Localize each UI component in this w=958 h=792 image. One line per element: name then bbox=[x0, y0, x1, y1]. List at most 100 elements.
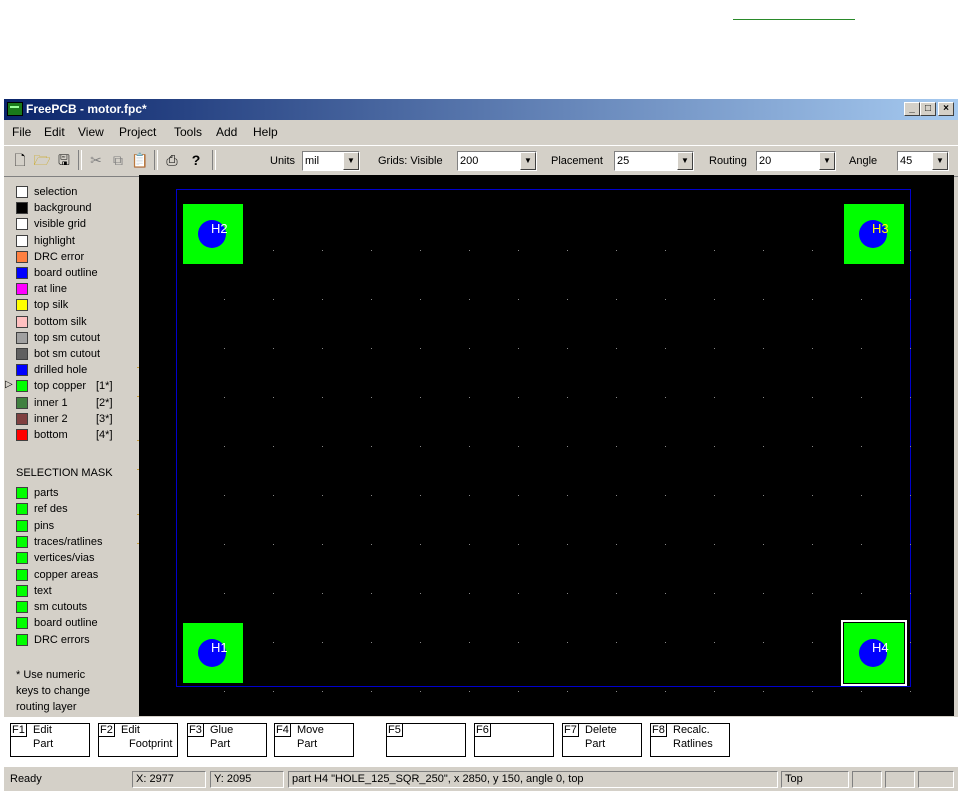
part-pad[interactable]: H2 bbox=[183, 204, 243, 264]
grid-dot bbox=[322, 250, 323, 251]
pcb-canvas[interactable]: H2 H3 H1 H4 bbox=[139, 175, 954, 716]
mask-label: text bbox=[34, 584, 52, 597]
menu-view[interactable]: View bbox=[78, 122, 104, 142]
grid-dot bbox=[518, 299, 519, 300]
save-icon[interactable]: 🖫 bbox=[54, 151, 74, 169]
layer-swatch[interactable] bbox=[16, 315, 28, 328]
function-key-f5[interactable]: F5 bbox=[386, 723, 466, 757]
grid-dot bbox=[371, 446, 372, 447]
grid-dot bbox=[665, 691, 666, 692]
mask-label: ref des bbox=[34, 503, 68, 516]
mask-checkbox[interactable] bbox=[16, 487, 28, 499]
routing-select[interactable]: 20 ▼ bbox=[756, 151, 836, 171]
layer-swatch[interactable] bbox=[16, 299, 28, 312]
cut-icon[interactable]: ✂ bbox=[86, 151, 106, 169]
grid-dot bbox=[518, 495, 519, 496]
grid-dot bbox=[322, 446, 323, 447]
layer-swatch[interactable] bbox=[16, 380, 28, 393]
layer-swatch[interactable] bbox=[16, 267, 28, 279]
function-key-f1[interactable]: F1 Edit Part bbox=[10, 723, 90, 757]
grid-dot bbox=[420, 691, 421, 692]
layer-swatch[interactable] bbox=[16, 186, 28, 198]
toolbar-separator bbox=[78, 150, 82, 170]
menu-tools[interactable]: Tools bbox=[174, 122, 202, 142]
function-key-f7[interactable]: F7 Delete Part bbox=[562, 723, 642, 757]
layer-swatch[interactable] bbox=[16, 218, 28, 231]
grid-dot bbox=[469, 495, 470, 496]
layer-swatch[interactable] bbox=[16, 429, 28, 441]
layer-number: [1*] bbox=[96, 380, 113, 393]
mask-checkbox[interactable] bbox=[16, 584, 28, 597]
part-pad[interactable]: H1 bbox=[183, 623, 243, 683]
help-icon[interactable]: ? bbox=[186, 151, 206, 169]
chevron-down-icon[interactable]: ▼ bbox=[520, 152, 536, 170]
menu-file[interactable]: File bbox=[12, 122, 31, 142]
part-ref-des[interactable]: H2 bbox=[211, 221, 228, 236]
mask-checkbox[interactable] bbox=[16, 535, 28, 548]
units-select[interactable]: mil ▼ bbox=[302, 151, 360, 171]
part-ref-des[interactable]: H1 bbox=[211, 640, 228, 655]
layer-swatch[interactable] bbox=[16, 250, 28, 263]
layer-swatch[interactable] bbox=[16, 283, 28, 296]
mask-checkbox[interactable] bbox=[16, 601, 28, 614]
chevron-down-icon[interactable]: ▼ bbox=[677, 152, 693, 170]
new-icon[interactable]: 🗋 bbox=[10, 151, 30, 169]
grid-dot bbox=[371, 250, 372, 251]
layer-swatch[interactable] bbox=[16, 234, 28, 247]
menu-project[interactable]: Project bbox=[119, 122, 156, 142]
print-icon[interactable]: ⎙ bbox=[162, 151, 182, 169]
chevron-down-icon[interactable]: ▼ bbox=[819, 152, 835, 170]
function-key-f2[interactable]: F2 Edit Footprint bbox=[98, 723, 178, 757]
menu-edit[interactable]: Edit bbox=[44, 122, 65, 142]
part-ref-des[interactable]: H4 bbox=[872, 640, 889, 655]
mask-checkbox[interactable] bbox=[16, 503, 28, 516]
fkey-line2: Ratlines bbox=[673, 738, 713, 750]
mask-checkbox[interactable] bbox=[16, 617, 28, 630]
mask-checkbox[interactable] bbox=[16, 519, 28, 532]
copy-icon[interactable]: ⧉ bbox=[108, 151, 128, 169]
layer-swatch[interactable] bbox=[16, 331, 28, 344]
layer-swatch[interactable] bbox=[16, 412, 28, 425]
grid-dot bbox=[812, 495, 813, 496]
function-key-f8[interactable]: F8 Recalc. Ratlines bbox=[650, 723, 730, 757]
title-bar[interactable]: FreePCB - motor.fpc* _ □ × bbox=[4, 99, 958, 120]
mask-label: pins bbox=[34, 519, 55, 532]
layer-swatch[interactable] bbox=[16, 364, 28, 377]
part-pad[interactable]: H4 bbox=[841, 620, 907, 686]
paste-icon[interactable]: 📋 bbox=[130, 151, 150, 169]
function-key-f6[interactable]: F6 bbox=[474, 723, 554, 757]
part-pad[interactable]: H3 bbox=[844, 204, 904, 264]
grid-dot bbox=[273, 299, 274, 300]
mask-checkbox[interactable] bbox=[16, 633, 28, 646]
grid-dot bbox=[763, 593, 764, 594]
maximize-button[interactable]: □ bbox=[920, 102, 936, 116]
menu-bar: File Edit View Project Tools Add Help bbox=[4, 122, 958, 142]
selection-mask-title: SELECTION MASK bbox=[16, 467, 113, 479]
angle-select[interactable]: 45 ▼ bbox=[897, 151, 949, 171]
menu-add[interactable]: Add bbox=[216, 122, 237, 142]
grid-dot bbox=[469, 250, 470, 251]
part-ref-des[interactable]: H3 bbox=[872, 221, 889, 236]
placement-select[interactable]: 25 ▼ bbox=[614, 151, 694, 171]
layer-swatch[interactable] bbox=[16, 202, 28, 215]
mask-checkbox[interactable] bbox=[16, 552, 28, 565]
grid-dot bbox=[812, 299, 813, 300]
layer-swatch[interactable] bbox=[16, 396, 28, 409]
function-key-f3[interactable]: F3 Glue Part bbox=[187, 723, 267, 757]
layer-swatch[interactable] bbox=[16, 348, 28, 360]
minimize-button[interactable]: _ bbox=[904, 102, 920, 116]
grid-dot bbox=[910, 495, 911, 496]
chevron-down-icon[interactable]: ▼ bbox=[343, 152, 359, 170]
open-icon[interactable]: 🗁 bbox=[32, 151, 52, 169]
mask-checkbox[interactable] bbox=[16, 568, 28, 581]
status-x: X: 2977 bbox=[132, 771, 206, 788]
grid-dot bbox=[322, 495, 323, 496]
grid-dot bbox=[224, 495, 225, 496]
grid-select[interactable]: 200 ▼ bbox=[457, 151, 537, 171]
chevron-down-icon[interactable]: ▼ bbox=[932, 152, 948, 170]
menu-help[interactable]: Help bbox=[253, 122, 278, 142]
layer-number: [2*] bbox=[96, 396, 113, 409]
close-button[interactable]: × bbox=[938, 102, 954, 116]
resize-grip-icon[interactable] bbox=[918, 771, 954, 788]
function-key-f4[interactable]: F4 Move Part bbox=[274, 723, 354, 757]
